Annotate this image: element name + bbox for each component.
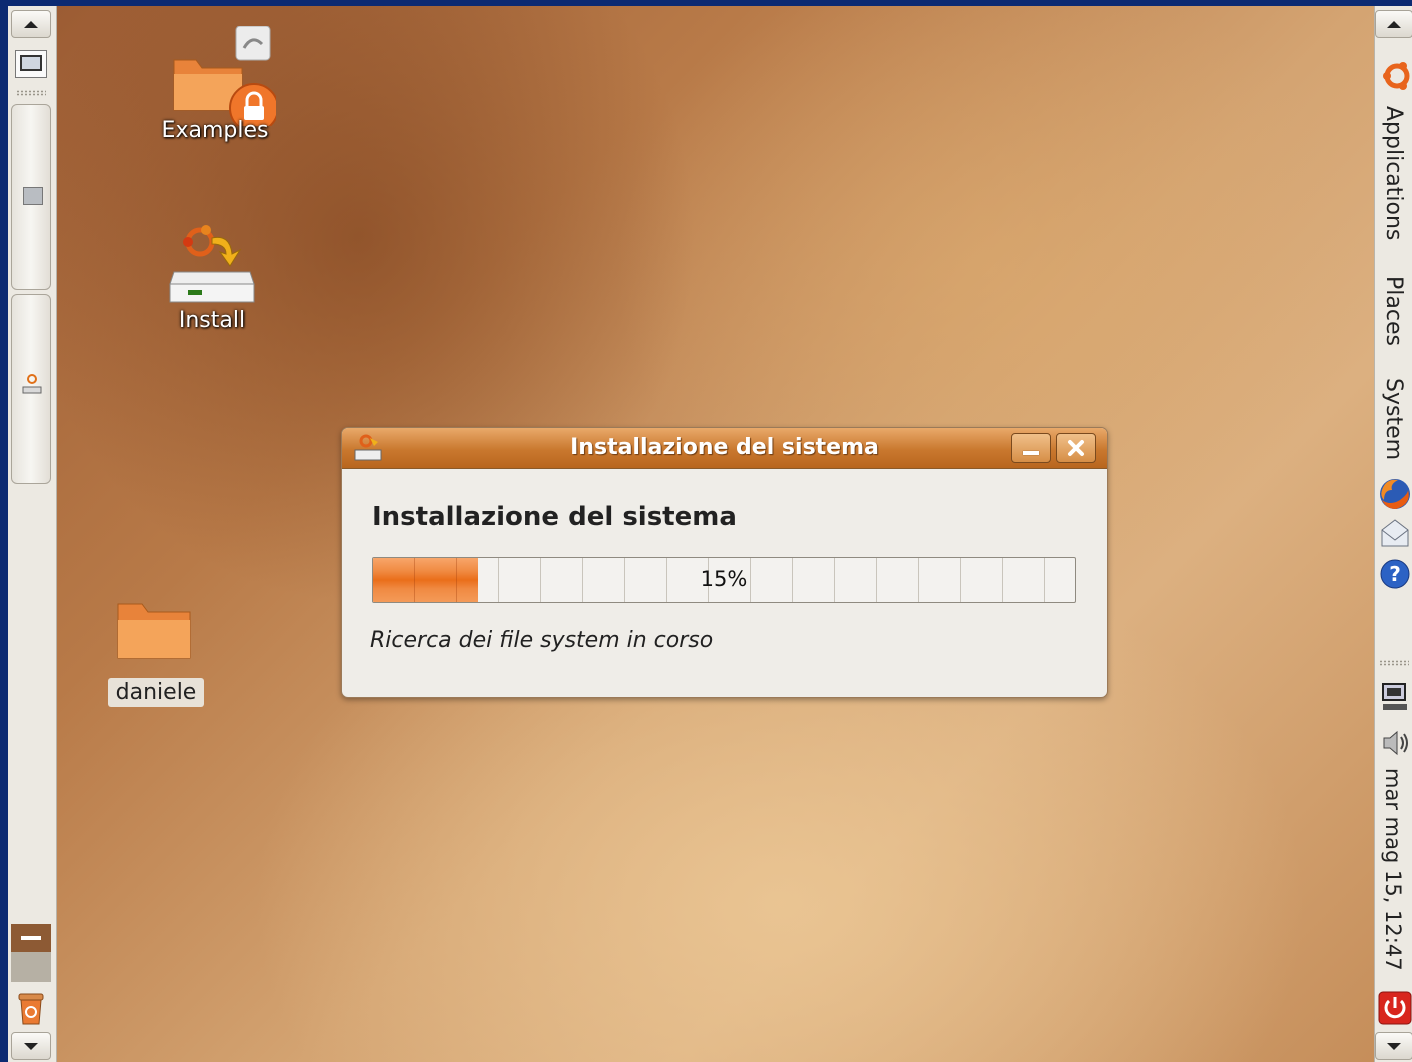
- home-folder-icon: [117, 603, 191, 659]
- workspace-switcher[interactable]: [11, 924, 51, 982]
- installer-icon: [22, 374, 42, 394]
- desktop-icon-label: daniele: [107, 678, 205, 707]
- trash-icon[interactable]: [15, 990, 47, 1026]
- dialog-titlebar[interactable]: Installazione del sistema: [342, 428, 1107, 469]
- top-panel: Applications Places System ? mar mag 15,…: [1374, 6, 1412, 1062]
- progress-status-text: Ricerca dei file system in corso: [370, 628, 714, 653]
- bottom-panel: [8, 6, 57, 1062]
- mail-icon[interactable]: [1378, 516, 1412, 550]
- desktop-icon-examples[interactable]: Examples: [150, 26, 280, 143]
- volume-icon[interactable]: [1381, 728, 1411, 758]
- folder-icon: [173, 26, 276, 126]
- install-icon: [169, 225, 255, 303]
- power-icon[interactable]: [1378, 990, 1412, 1026]
- top-panel-scroll-down-button[interactable]: [1375, 1032, 1412, 1060]
- panel-handle-icon[interactable]: [16, 90, 46, 96]
- firefox-icon[interactable]: [1378, 476, 1412, 512]
- installer-dialog: Installazione del sistema Installazione …: [341, 427, 1108, 698]
- desktop-icon-label: Install: [178, 308, 246, 333]
- taskbar-item-installer[interactable]: [11, 294, 51, 484]
- dialog-heading: Installazione del sistema: [372, 502, 737, 532]
- minimize-icon: [1023, 451, 1039, 455]
- close-button[interactable]: [1056, 433, 1096, 463]
- menu-places[interactable]: Places: [1381, 276, 1406, 346]
- menu-system[interactable]: System: [1381, 378, 1406, 460]
- ubuntu-logo-icon: [1383, 62, 1410, 90]
- taskbar-item-empty[interactable]: [11, 104, 51, 290]
- svg-text:?: ?: [1389, 562, 1401, 586]
- network-icon[interactable]: [1381, 682, 1409, 712]
- progress-percent-label: 15%: [700, 567, 748, 591]
- desktop-icon-install[interactable]: Install: [150, 222, 274, 333]
- panel-handle-icon[interactable]: [1379, 660, 1409, 666]
- top-panel-scroll-up-button[interactable]: [1375, 10, 1412, 38]
- desktop-icon-label: Examples: [161, 118, 269, 143]
- clock[interactable]: mar mag 15, 12:47: [1381, 768, 1405, 971]
- panel-scroll-down-button[interactable]: [11, 1032, 51, 1060]
- panel-scroll-up-button[interactable]: [11, 10, 51, 38]
- install-progress-bar: 15%: [372, 557, 1076, 603]
- dialog-title: Installazione del sistema: [570, 435, 879, 460]
- help-icon[interactable]: ?: [1379, 558, 1411, 590]
- menu-applications[interactable]: Applications: [1381, 106, 1406, 240]
- window-icon: [23, 187, 43, 205]
- workspace-1[interactable]: [11, 924, 51, 952]
- desktop-icon-daniele[interactable]: daniele: [104, 598, 208, 707]
- close-icon: [1068, 440, 1084, 456]
- minimize-button[interactable]: [1011, 433, 1051, 463]
- show-desktop-icon[interactable]: [15, 50, 47, 78]
